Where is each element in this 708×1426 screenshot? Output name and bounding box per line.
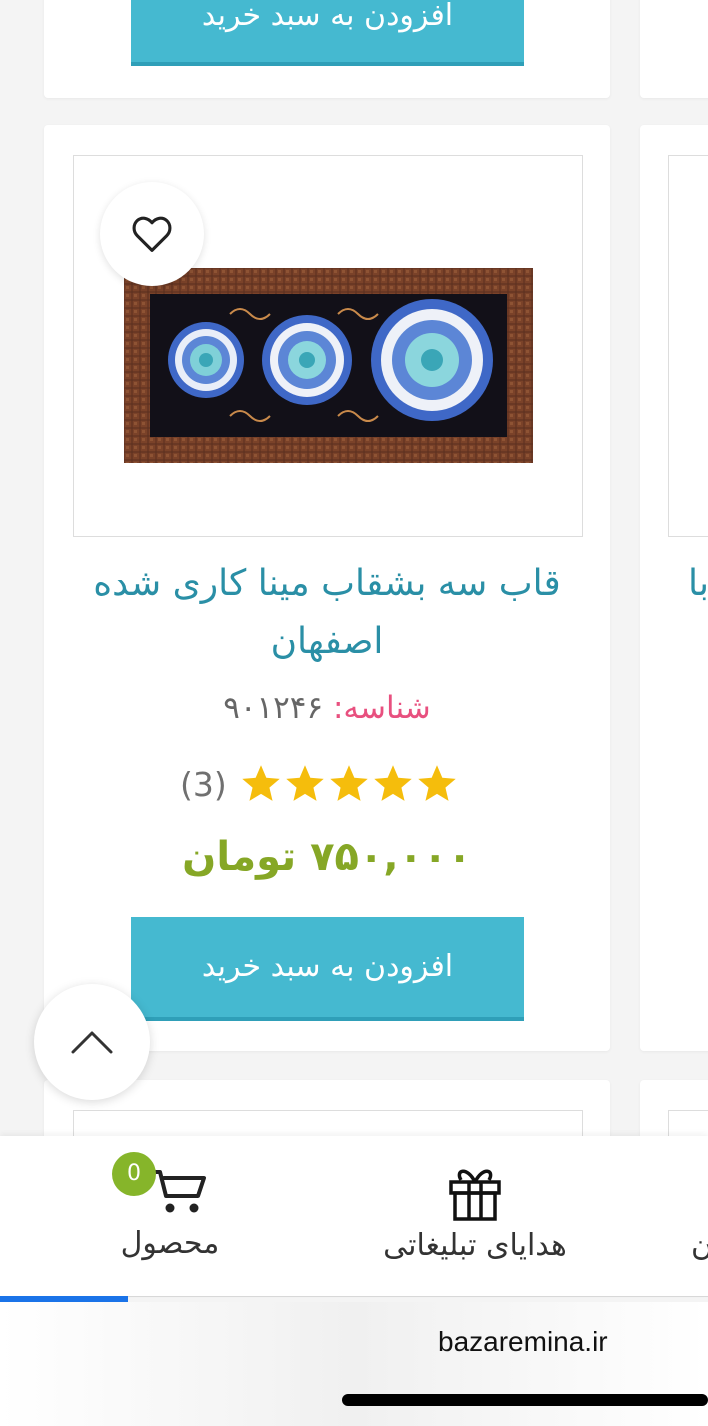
url-text[interactable]: bazaremina.ir <box>438 1326 608 1358</box>
neighbor-product-card-top <box>640 0 708 98</box>
browser-address-bar: bazaremina.ir <box>0 1302 708 1426</box>
gift-icon <box>449 1169 501 1221</box>
star-icon <box>242 765 280 801</box>
nav-label-partial: ن <box>690 1228 708 1263</box>
product-rating: (3) <box>180 756 480 812</box>
plate-small <box>168 322 244 398</box>
star-icon <box>418 765 456 801</box>
star-icon <box>330 765 368 801</box>
sku-label: شناسه: <box>332 690 431 726</box>
bottom-navigation: 0 محصول هدایای تبلیغاتی ن <box>0 1136 708 1296</box>
scroll-to-top-button[interactable] <box>34 984 150 1100</box>
cart-count-badge: 0 <box>112 1152 156 1196</box>
product-price: ۷۵۰,۰۰۰ تومان <box>182 834 472 880</box>
star-icon <box>374 765 412 801</box>
previous-add-to-cart-button[interactable]: افزودن به سبد خرید <box>131 0 524 66</box>
product-title[interactable]: قاب سه بشقاب مینا کاری شده اصفهان <box>60 555 594 671</box>
home-indicator[interactable] <box>342 1394 708 1406</box>
heart-outline-icon <box>132 216 172 252</box>
product-image[interactable] <box>124 268 533 463</box>
add-to-cart-button[interactable]: افزودن به سبد خرید <box>131 917 524 1021</box>
neighbor-product-title[interactable]: با <box>688 555 708 613</box>
chevron-up-icon <box>71 1031 113 1054</box>
star-icon <box>286 765 324 801</box>
nav-label-cart: محصول <box>120 1226 220 1261</box>
nav-item-gifts[interactable]: هدایای تبلیغاتی <box>340 1162 610 1263</box>
star-rating <box>239 762 459 806</box>
product-sku: شناسه: ۹۰۱۲۴۶ <box>60 690 594 726</box>
wishlist-button[interactable] <box>100 182 204 286</box>
nav-label-gifts: هدایای تبلیغاتی <box>383 1228 567 1263</box>
neighbor-product-image-frame[interactable] <box>668 155 708 537</box>
nav-item-partial[interactable]: ن <box>682 1228 708 1263</box>
plate-large <box>371 299 493 421</box>
nav-item-cart[interactable]: 0 محصول <box>100 1152 240 1261</box>
sku-value: ۹۰۱۲۴۶ <box>223 690 324 726</box>
plate-medium <box>262 315 352 405</box>
cart-icon <box>148 1170 206 1213</box>
review-count: (3) <box>180 764 227 804</box>
